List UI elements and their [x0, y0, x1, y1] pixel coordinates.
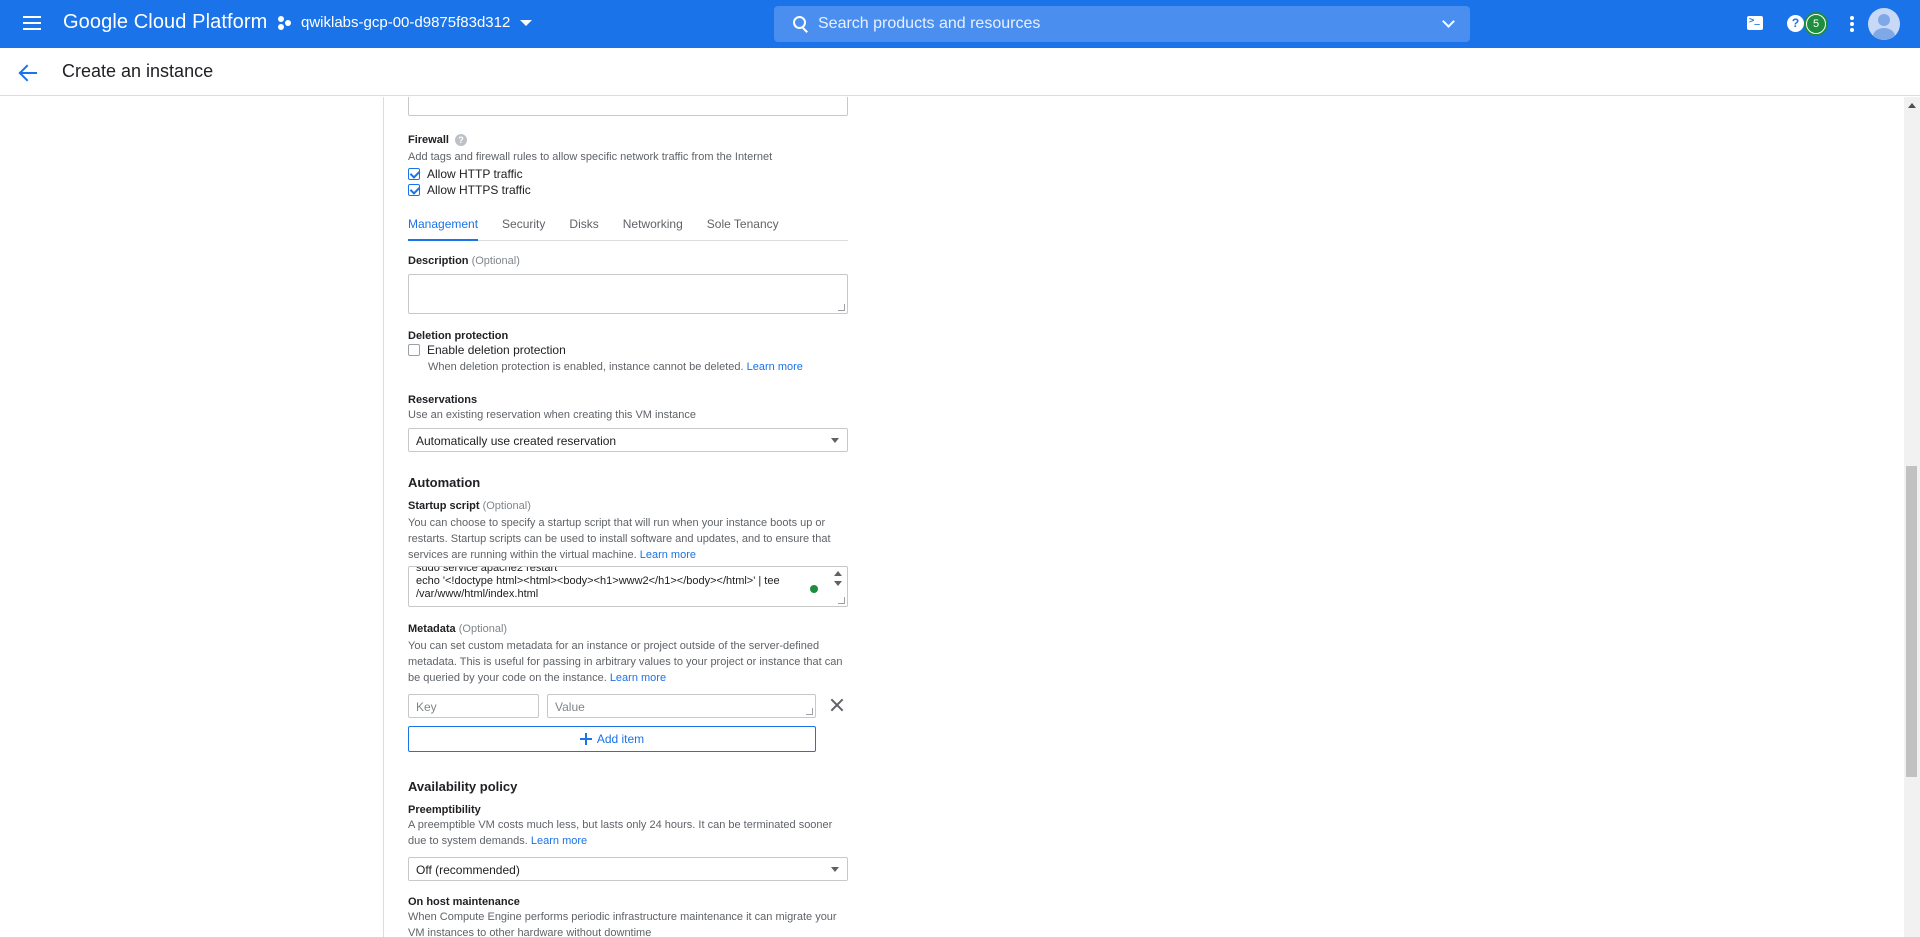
- brand-title[interactable]: Google Cloud Platform: [63, 11, 267, 34]
- script-line: sudo service apache2 restart: [416, 566, 558, 574]
- project-selector[interactable]: qwiklabs-gcp-00-d9875f83d312: [277, 14, 533, 31]
- content-divider: [383, 97, 384, 937]
- page-header: Create an instance: [0, 48, 1920, 96]
- tab-management[interactable]: Management: [408, 217, 479, 241]
- preemptibility-select[interactable]: Off (recommended): [408, 857, 848, 881]
- deletion-protection-label: Deletion protection: [408, 330, 509, 342]
- previous-field[interactable]: [408, 97, 848, 116]
- preemptibility-selected: Off (recommended): [416, 863, 520, 877]
- checkbox-unchecked-icon[interactable]: [408, 344, 420, 356]
- resize-handle[interactable]: [806, 708, 813, 715]
- main-content: Firewall? Add tags and firewall rules to…: [0, 97, 1920, 937]
- startup-script-label: Startup script (Optional): [408, 500, 531, 512]
- script-line: echo '<!doctype html><html><body><h1>www…: [416, 575, 780, 587]
- tab-networking[interactable]: Networking: [623, 217, 683, 241]
- menu-icon[interactable]: [20, 12, 44, 36]
- checkbox-checked-icon[interactable]: [408, 168, 420, 180]
- host-maintenance-label: On host maintenance: [408, 896, 520, 908]
- learn-more-link[interactable]: Learn more: [531, 835, 587, 847]
- page-scrollbar[interactable]: [1904, 97, 1920, 937]
- page-title: Create an instance: [62, 61, 214, 81]
- scroll-up-arrow-icon[interactable]: [834, 571, 842, 576]
- notification-count: 5: [1807, 15, 1825, 33]
- settings-tabs: Management Security Disks Networking Sol…: [408, 217, 848, 241]
- tab-sole-tenancy[interactable]: Sole Tenancy: [707, 217, 779, 241]
- search-icon: [782, 6, 818, 42]
- availability-policy-title: Availability policy: [408, 779, 518, 794]
- reservations-select[interactable]: Automatically use created reservation: [408, 428, 848, 452]
- allow-https-label: Allow HTTPS traffic: [427, 183, 531, 197]
- back-arrow-icon[interactable]: [18, 62, 40, 84]
- tab-security[interactable]: Security: [502, 217, 545, 241]
- search-bar[interactable]: [774, 6, 1470, 42]
- allow-http-label: Allow HTTP traffic: [427, 167, 523, 181]
- dropdown-arrow-icon: [831, 867, 839, 872]
- resize-handle[interactable]: [838, 597, 845, 604]
- caret-down-icon: [520, 19, 533, 26]
- scroll-up-arrow-icon[interactable]: [1908, 103, 1916, 108]
- metadata-help: You can set custom metadata for an insta…: [408, 640, 843, 684]
- project-icon: [277, 15, 293, 31]
- startup-script-help: You can choose to specify a startup scri…: [408, 517, 831, 561]
- add-item-label: Add item: [596, 732, 645, 746]
- scrollbar-thumb[interactable]: [1906, 466, 1917, 777]
- search-expand-button[interactable]: [1430, 6, 1466, 42]
- deletion-protection-checkbox[interactable]: Enable deletion protection: [408, 343, 566, 357]
- deletion-protection-checkbox-label: Enable deletion protection: [427, 343, 566, 357]
- firewall-help: Add tags and firewall rules to allow spe…: [408, 151, 773, 163]
- top-app-bar: Google Cloud Platform qwiklabs-gcp-00-d9…: [0, 0, 1920, 48]
- resize-handle[interactable]: [838, 304, 845, 311]
- preemptibility-label: Preemptibility: [408, 804, 481, 816]
- project-name: qwiklabs-gcp-00-d9875f83d312: [301, 14, 511, 31]
- notifications-badge[interactable]: 5: [1804, 12, 1828, 36]
- script-line: /var/www/html/index.html: [416, 588, 539, 600]
- add-item-button[interactable]: Add item: [408, 726, 816, 752]
- allow-https-checkbox[interactable]: Allow HTTPS traffic: [408, 183, 531, 197]
- metadata-value-placeholder: Value: [555, 700, 585, 714]
- firewall-label: Firewall?: [408, 134, 467, 146]
- cloud-shell-icon[interactable]: [1744, 12, 1768, 36]
- reservations-label: Reservations: [408, 394, 478, 406]
- learn-more-link[interactable]: Learn more: [610, 672, 666, 684]
- remove-metadata-close-icon[interactable]: [829, 697, 845, 713]
- avatar[interactable]: [1868, 8, 1900, 40]
- preemptibility-help: A preemptible VM costs much less, but la…: [408, 819, 833, 847]
- learn-more-link[interactable]: Learn more: [747, 361, 803, 373]
- checkbox-checked-icon[interactable]: [408, 184, 420, 196]
- reservations-selected: Automatically use created reservation: [416, 434, 617, 448]
- learn-more-link[interactable]: Learn more: [640, 549, 696, 561]
- plus-icon: [579, 733, 592, 745]
- description-textarea[interactable]: [408, 274, 848, 314]
- reservations-help: Use an existing reservation when creatin…: [408, 409, 696, 421]
- search-input[interactable]: [818, 15, 1430, 33]
- description-label: Description (Optional): [408, 255, 520, 267]
- dropdown-arrow-icon: [831, 438, 839, 443]
- metadata-key-input[interactable]: Key: [408, 694, 539, 718]
- metadata-value-input[interactable]: Value: [547, 694, 816, 718]
- metadata-label: Metadata (Optional): [408, 623, 508, 635]
- host-maintenance-help: When Compute Engine performs periodic in…: [408, 911, 837, 937]
- more-vert-icon[interactable]: [1840, 12, 1864, 36]
- allow-http-checkbox[interactable]: Allow HTTP traffic: [408, 167, 523, 181]
- chevron-down-icon: [1441, 15, 1455, 28]
- automation-title: Automation: [408, 475, 481, 490]
- scroll-down-arrow-icon[interactable]: [834, 581, 842, 586]
- tab-disks[interactable]: Disks: [569, 217, 598, 241]
- help-icon[interactable]: ?: [454, 134, 467, 146]
- deletion-protection-help: When deletion protection is enabled, ins…: [428, 361, 803, 373]
- startup-script-textarea[interactable]: sudo service apache2 restart echo '<!doc…: [408, 566, 848, 607]
- status-dot-icon: [810, 585, 818, 593]
